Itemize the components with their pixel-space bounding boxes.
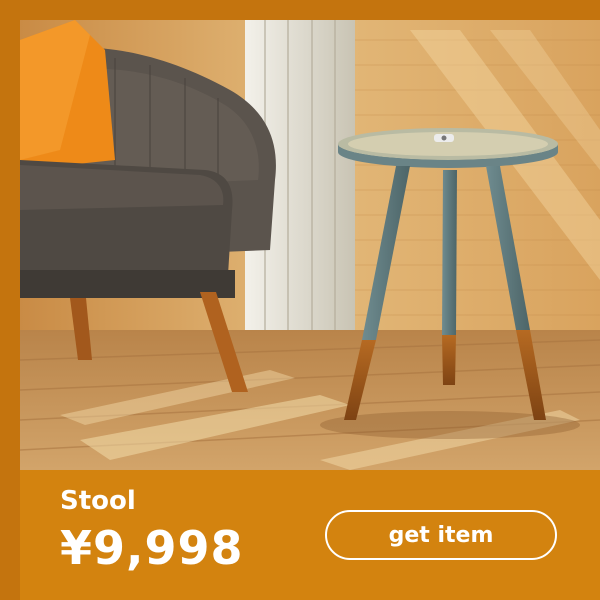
product-price: ¥9,998	[60, 521, 244, 575]
product-name: Stool	[60, 486, 136, 516]
product-photo	[20, 20, 600, 470]
product-card: Stool ¥9,998 get item	[0, 0, 600, 600]
product-info-bar: Stool ¥9,998 get item	[20, 470, 600, 600]
get-item-button[interactable]: get item	[325, 510, 557, 560]
